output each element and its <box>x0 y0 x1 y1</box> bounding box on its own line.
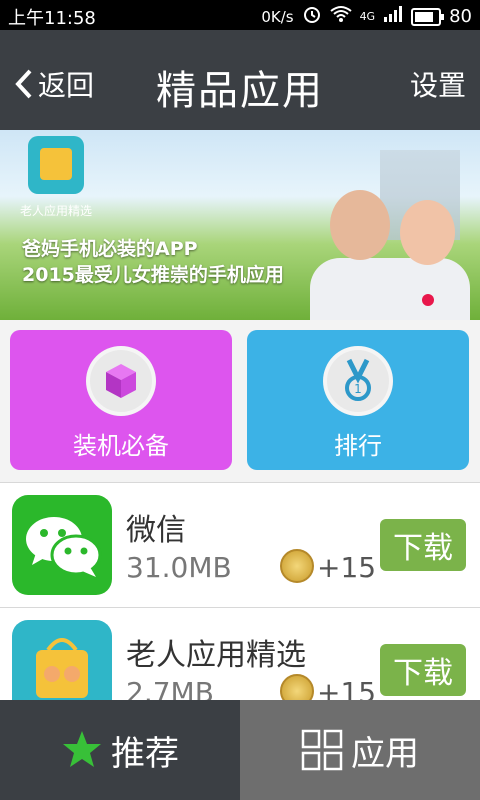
list-item[interactable]: 老人应用精选 2.7MB +15 下载 <box>0 607 480 700</box>
wechat-icon <box>12 495 112 595</box>
ranking-tile[interactable]: 1 排行 <box>247 330 469 470</box>
network-type: 4G <box>359 10 376 23</box>
wifi-icon <box>329 5 352 28</box>
banner-subheadline: 2015最受儿女推崇的手机应用 <box>22 264 284 286</box>
download-button[interactable]: 下载 <box>380 519 466 571</box>
app-name: 微信 <box>126 513 186 548</box>
page-title: 精品应用 <box>156 68 324 114</box>
app-size: 2.7MB <box>126 676 214 700</box>
app-points: +15 <box>317 676 377 700</box>
status-bar: 上午11:58 0K/s 4G 80 <box>0 0 480 30</box>
app-list[interactable]: 微信 31.0MB +15 下载 老人应用精选 2.7MB +15 下载 <box>0 482 480 700</box>
data-rate: 0K/s <box>261 7 294 26</box>
box-icon <box>86 346 156 416</box>
coin-icon <box>280 549 314 583</box>
carousel-indicator[interactable] <box>422 294 434 306</box>
settings-button[interactable]: 设置 <box>410 64 466 104</box>
promo-banner[interactable]: 老人应用精选 爸妈手机必装的APP 2015最受儿女推崇的手机应用 <box>0 130 480 320</box>
banner-app-label: 老人应用精选 <box>20 204 93 218</box>
essential-apps-tile[interactable]: 装机必备 <box>10 330 232 470</box>
banner-headline: 爸妈手机必装的APP <box>22 238 198 260</box>
medal-icon: 1 <box>323 346 393 416</box>
bottom-nav: 推荐 应用 <box>0 700 480 800</box>
battery-icon <box>411 7 445 26</box>
list-item[interactable]: 微信 31.0MB +15 下载 <box>0 482 480 608</box>
tab-recommend[interactable]: 推荐 <box>0 700 240 800</box>
ranking-label: 排行 <box>334 432 382 460</box>
signal-icon <box>383 5 403 28</box>
tab-apps-label: 应用 <box>351 733 419 774</box>
status-icons: 0K/s 4G 80 <box>261 4 472 29</box>
download-button[interactable]: 下载 <box>380 644 466 696</box>
battery-level: 80 <box>449 6 472 27</box>
coin-icon <box>280 674 314 700</box>
app-name: 老人应用精选 <box>126 638 306 673</box>
svg-text:1: 1 <box>354 382 362 396</box>
banner-app-icon <box>28 136 84 194</box>
tab-apps[interactable]: 应用 <box>240 700 480 800</box>
alarm-icon <box>302 4 322 29</box>
grid-icon <box>301 729 343 771</box>
app-header: 返回 精品应用 设置 <box>0 30 480 130</box>
elderly-couple-image <box>310 180 470 320</box>
elderly-app-icon <box>12 620 112 700</box>
app-size: 31.0MB <box>126 551 232 584</box>
essential-apps-label: 装机必备 <box>73 432 169 460</box>
star-icon <box>63 731 101 767</box>
category-tiles: 装机必备 1 排行 <box>0 320 480 482</box>
tab-recommend-label: 推荐 <box>111 733 179 774</box>
app-points: +15 <box>317 551 377 584</box>
status-time: 上午11:58 <box>8 8 96 29</box>
